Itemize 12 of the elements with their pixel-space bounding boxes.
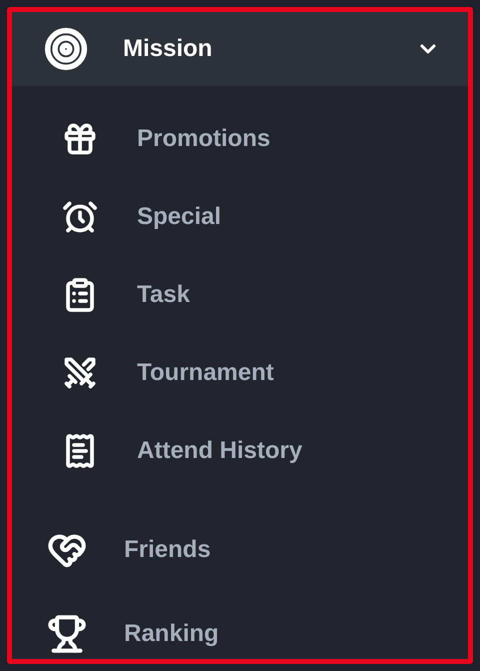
- gift-icon: [62, 121, 98, 157]
- menu-item[interactable]: Task: [12, 256, 468, 334]
- menu-header[interactable]: Mission: [12, 12, 468, 86]
- menu-item[interactable]: Ranking: [12, 592, 468, 659]
- menu-item[interactable]: Promotions: [12, 100, 468, 178]
- swords-icon: [62, 355, 98, 391]
- menu-item[interactable]: Attend History: [12, 412, 468, 490]
- menu-item[interactable]: Friends: [12, 508, 468, 592]
- alarm-clock-icon: [62, 199, 98, 235]
- menu-item[interactable]: Special: [12, 178, 468, 256]
- target-icon: [44, 27, 88, 71]
- menu-item[interactable]: Tournament: [12, 334, 468, 412]
